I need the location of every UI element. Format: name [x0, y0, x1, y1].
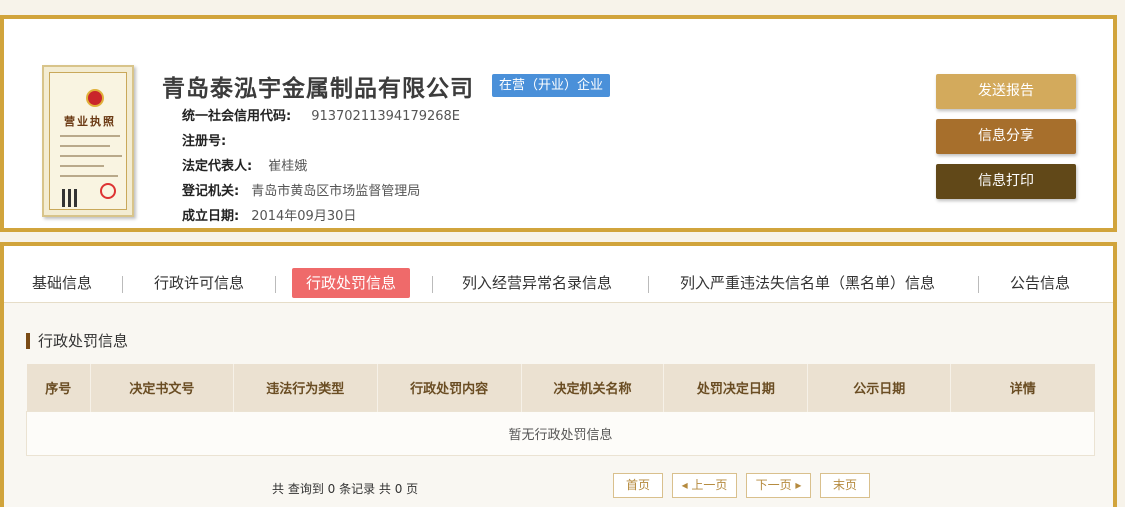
business-license-image[interactable]: 营业执照: [42, 65, 134, 217]
chevron-right-icon: ▸: [791, 478, 802, 492]
prev-page-label: 上一页: [691, 478, 728, 492]
section-title: 行政处罚信息: [26, 333, 128, 349]
info-row-founded: 成立日期: 2014年09月30日: [182, 205, 356, 224]
print-info-button[interactable]: 信息打印: [936, 164, 1076, 199]
details-card: 基础信息 行政许可信息 行政处罚信息 列入经营异常名录信息 列入严重违法失信名单…: [0, 242, 1117, 507]
authority-label: 登记机关:: [182, 184, 240, 199]
license-text-line: [60, 145, 110, 147]
share-info-button[interactable]: 信息分享: [936, 119, 1076, 154]
penalty-section: 行政处罚信息 序号 决定书文号 违法行为类型 行政处罚内容 决定机关名称 处罚决…: [4, 302, 1113, 507]
info-row-authority: 登记机关: 青岛市黄岛区市场监督管理局: [182, 180, 420, 199]
pagination-summary: 共 查询到 0 条记录 共 0 页: [272, 482, 419, 496]
tab-divider: [122, 276, 123, 293]
tab-basic-info[interactable]: 基础信息: [32, 268, 92, 298]
credit-code-label: 统一社会信用代码:: [182, 109, 292, 124]
last-page-button[interactable]: 末页: [820, 473, 870, 498]
penalty-table: 序号 决定书文号 违法行为类型 行政处罚内容 决定机关名称 处罚决定日期 公示日…: [26, 364, 1095, 456]
tab-admin-penalty[interactable]: 行政处罚信息: [292, 268, 411, 298]
chevron-left-icon: ◂: [681, 478, 692, 492]
founded-value: 2014年09月30日: [251, 209, 357, 224]
tab-abnormal-list[interactable]: 列入经营异常名录信息: [462, 268, 612, 298]
column-header: 违法行为类型: [233, 364, 378, 411]
tab-announcements[interactable]: 公告信息: [1010, 268, 1070, 298]
tab-divider: [648, 276, 649, 293]
tab-divider: [432, 276, 433, 293]
status-badge: 在营（开业）企业: [492, 74, 611, 97]
table-row: 暂无行政处罚信息: [26, 410, 1095, 456]
column-header: 决定机关名称: [521, 364, 665, 411]
founded-label: 成立日期:: [182, 209, 240, 224]
license-text-line: [60, 175, 118, 177]
column-header: 序号: [26, 364, 91, 411]
tab-divider: [978, 276, 979, 293]
company-name: 青岛泰泓宇金属制品有限公司: [162, 76, 474, 102]
info-row-credit-code: 统一社会信用代码: 91370211394179268E: [182, 105, 460, 124]
empty-message: 暂无行政处罚信息: [26, 410, 1095, 456]
column-header: 详情: [950, 364, 1095, 411]
reg-number-label: 注册号:: [182, 134, 227, 149]
credit-code-value: 91370211394179268E: [311, 109, 461, 124]
tab-blacklist[interactable]: 列入严重违法失信名单（黑名单）信息: [680, 268, 935, 298]
column-header: 处罚决定日期: [663, 364, 809, 411]
next-page-button[interactable]: 下一页 ▸: [746, 473, 811, 498]
tab-admin-license[interactable]: 行政许可信息: [154, 268, 244, 298]
column-header: 行政处罚内容: [377, 364, 522, 411]
license-text-line: [60, 165, 104, 167]
tab-divider: [275, 276, 276, 293]
next-page-label: 下一页: [755, 478, 792, 492]
prev-page-button[interactable]: ◂ 上一页: [672, 473, 737, 498]
license-title: 营业执照: [64, 115, 116, 128]
column-header: 决定书文号: [90, 364, 234, 411]
info-row-legal-rep: 法定代表人: 崔桂娥: [182, 155, 307, 174]
official-seal-icon: [100, 183, 116, 199]
qr-code-icon: [62, 189, 80, 207]
company-card: 营业执照 青岛泰泓宇金属制品有限公司 在营（开业）企业 统一社会信用代码: 913…: [0, 15, 1117, 232]
license-text-line: [60, 155, 122, 157]
national-emblem-icon: [86, 89, 104, 107]
table-header-row: 序号 决定书文号 违法行为类型 行政处罚内容 决定机关名称 处罚决定日期 公示日…: [26, 364, 1095, 411]
tab-bar: 基础信息 行政许可信息 行政处罚信息 列入经营异常名录信息 列入严重违法失信名单…: [4, 246, 1113, 302]
first-page-button[interactable]: 首页: [613, 473, 663, 498]
license-frame: 营业执照: [49, 72, 127, 210]
legal-rep-label: 法定代表人:: [182, 159, 253, 174]
column-header: 公示日期: [807, 364, 952, 411]
send-report-button[interactable]: 发送报告: [936, 74, 1076, 109]
license-text-line: [60, 135, 120, 137]
info-row-reg-number: 注册号:: [182, 130, 238, 149]
authority-value: 青岛市黄岛区市场监督管理局: [251, 184, 421, 199]
legal-rep-value: 崔桂娥: [268, 159, 308, 174]
